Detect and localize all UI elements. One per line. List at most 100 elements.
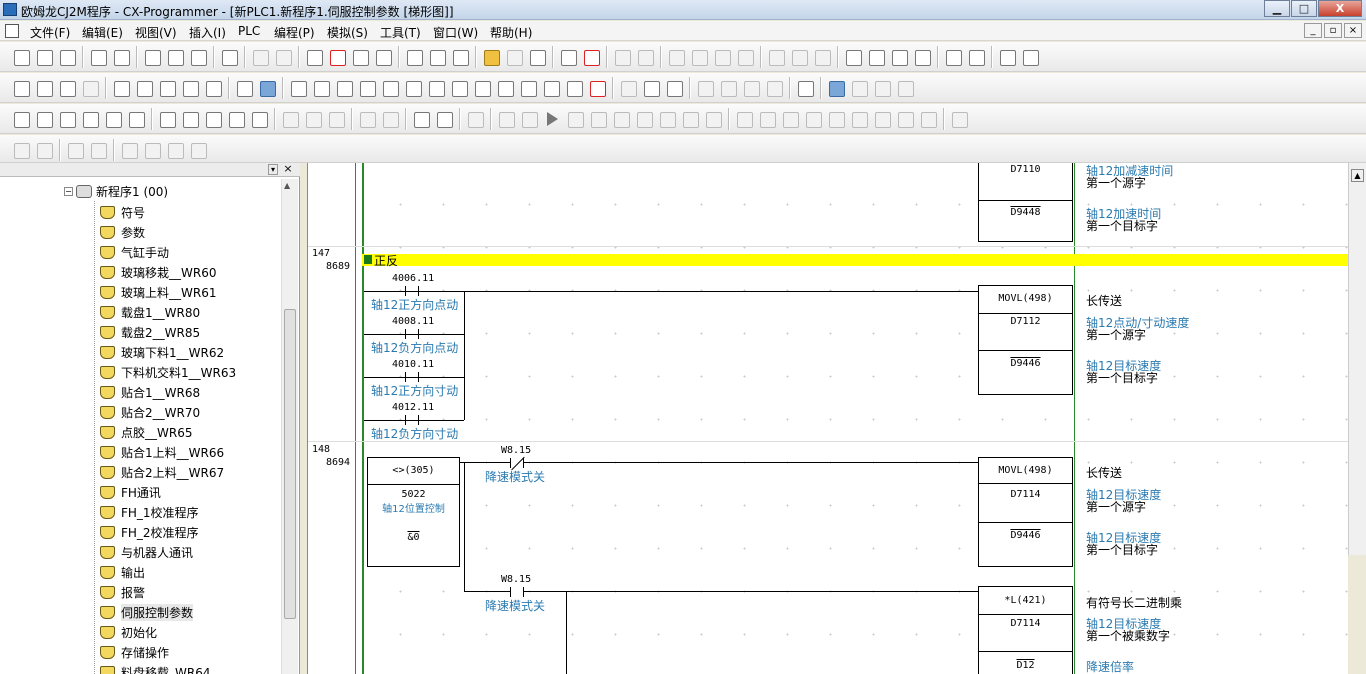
tree-item[interactable]: 初始化 [100,622,157,642]
tree-item[interactable]: 玻璃上料__WR61 [100,282,216,302]
diff-icon[interactable] [665,46,687,68]
sim-hand-icon[interactable] [495,108,517,130]
edit-online2-icon[interactable] [788,46,810,68]
force-on-icon[interactable] [694,77,716,99]
tree-item[interactable]: 玻璃移栽__WR60 [100,262,216,282]
movl-instruction-block[interactable]: MOVL(498) D7114 D9446 [978,457,1073,567]
list-icon[interactable] [156,77,178,99]
trigger-icon[interactable] [825,108,847,130]
close-button[interactable]: X [1318,0,1362,17]
tree-item[interactable]: 载盘2__WR85 [100,322,200,342]
context-help-icon[interactable] [449,46,471,68]
info-icon[interactable] [403,46,425,68]
document-icon[interactable] [5,24,19,38]
window-icon[interactable] [225,108,247,130]
plc-comm2-icon[interactable] [433,108,455,130]
scroll-up-icon[interactable]: ▲ [284,181,290,190]
diff3-icon[interactable] [711,46,733,68]
contact-or-nc-icon[interactable] [379,77,401,99]
hex16-icon[interactable] [325,108,347,130]
print-preview-icon[interactable] [110,46,132,68]
breakpoint4-icon[interactable] [802,108,824,130]
panel-close-button[interactable]: × [282,163,294,175]
tree-item[interactable]: 贴合2__WR70 [100,402,200,422]
rack3-icon[interactable] [888,46,910,68]
menu-simulate[interactable]: 模拟(S) [327,24,368,41]
new-icon[interactable] [10,46,32,68]
set-icon[interactable] [763,77,785,99]
scroll-thumb[interactable] [284,309,296,619]
tree-item[interactable]: 参数 [100,222,145,242]
force-cancel-icon[interactable] [740,77,762,99]
menu-window[interactable]: 窗口(W) [433,24,478,41]
multiply-instruction-block[interactable]: *L(421) D7114 D12 [978,586,1073,674]
contact-or-icon[interactable] [356,77,378,99]
trigger2-icon[interactable] [848,108,870,130]
table2-icon[interactable] [848,77,870,99]
compare-instruction-block[interactable]: <>(305) 5022 轴12位置控制 &0 [367,457,460,567]
settings-icon[interactable] [996,46,1018,68]
tree-item[interactable]: 下料机交料1__WR63 [100,362,236,382]
menu-plc[interactable]: PLC [238,24,260,38]
trigger5-icon[interactable] [917,108,939,130]
maximize-button[interactable]: □ [1291,0,1317,17]
grid-icon[interactable] [110,77,132,99]
pause-sim-icon[interactable] [587,108,609,130]
watch-window-icon[interactable] [56,108,78,130]
force-off-icon[interactable] [717,77,739,99]
return-icon[interactable] [948,108,970,130]
online-icon[interactable] [503,46,525,68]
tree-item[interactable]: 与机器人通讯 [100,542,193,562]
zoom-fit-icon[interactable] [79,77,101,99]
tree-item[interactable]: FH_2校准程序 [100,522,199,542]
replace-icon[interactable] [326,46,348,68]
breakpoint3-icon[interactable] [779,108,801,130]
tree-item[interactable]: 贴合1__WR68 [100,382,200,402]
cut-icon[interactable] [141,46,163,68]
tree-root-program[interactable]: − 新程序1 (00) [64,182,168,200]
hex10b-icon[interactable] [302,108,324,130]
settings2-icon[interactable] [1019,46,1041,68]
table-icon[interactable] [825,77,847,99]
horizontal-line-icon[interactable] [425,77,447,99]
monitor-icon[interactable] [611,46,633,68]
tree-item[interactable]: 输出 [100,562,145,582]
online-edit-icon[interactable] [617,77,639,99]
rung-comment-banner[interactable]: 正反 [362,254,1348,268]
hand2-icon[interactable] [379,108,401,130]
menu-program[interactable]: 编程(P) [274,24,315,41]
contact-no-icon[interactable] [310,77,332,99]
redo-icon[interactable] [272,46,294,68]
ladder-icon[interactable] [179,77,201,99]
edit-online-icon[interactable] [765,46,787,68]
paste-icon[interactable] [187,46,209,68]
diff2-icon[interactable] [688,46,710,68]
window5-icon[interactable] [102,108,124,130]
output-window-icon[interactable] [33,108,55,130]
align-icon[interactable] [64,139,86,161]
tree-icon[interactable] [202,77,224,99]
menu-tools[interactable]: 工具(T) [380,24,421,41]
memory-icon[interactable] [794,77,816,99]
indent-right-icon[interactable] [33,139,55,161]
rack-icon[interactable] [842,46,864,68]
sfc-icon[interactable] [233,77,255,99]
st-icon[interactable] [256,77,278,99]
scroll-up-icon[interactable]: ▲ [1351,169,1364,182]
step-in-icon[interactable] [633,108,655,130]
menu-insert[interactable]: 插入(I) [189,24,226,41]
comment-icon[interactable] [133,77,155,99]
cross-reference-icon[interactable] [349,46,371,68]
table3-icon[interactable] [871,77,893,99]
diff4-icon[interactable] [734,46,756,68]
tree-item[interactable]: FH_1校准程序 [100,502,199,522]
io-icon[interactable] [942,46,964,68]
tree-item[interactable]: 伺服控制参数 [100,602,194,622]
stack-icon[interactable] [640,77,662,99]
zoom-icon[interactable] [10,77,32,99]
mdi-minimize-button[interactable]: _ [1304,23,1322,38]
pause-icon[interactable] [634,46,656,68]
address-window-icon[interactable] [79,108,101,130]
zoom-out-icon[interactable] [56,77,78,99]
tree-item[interactable]: 贴合1上料__WR66 [100,442,224,462]
